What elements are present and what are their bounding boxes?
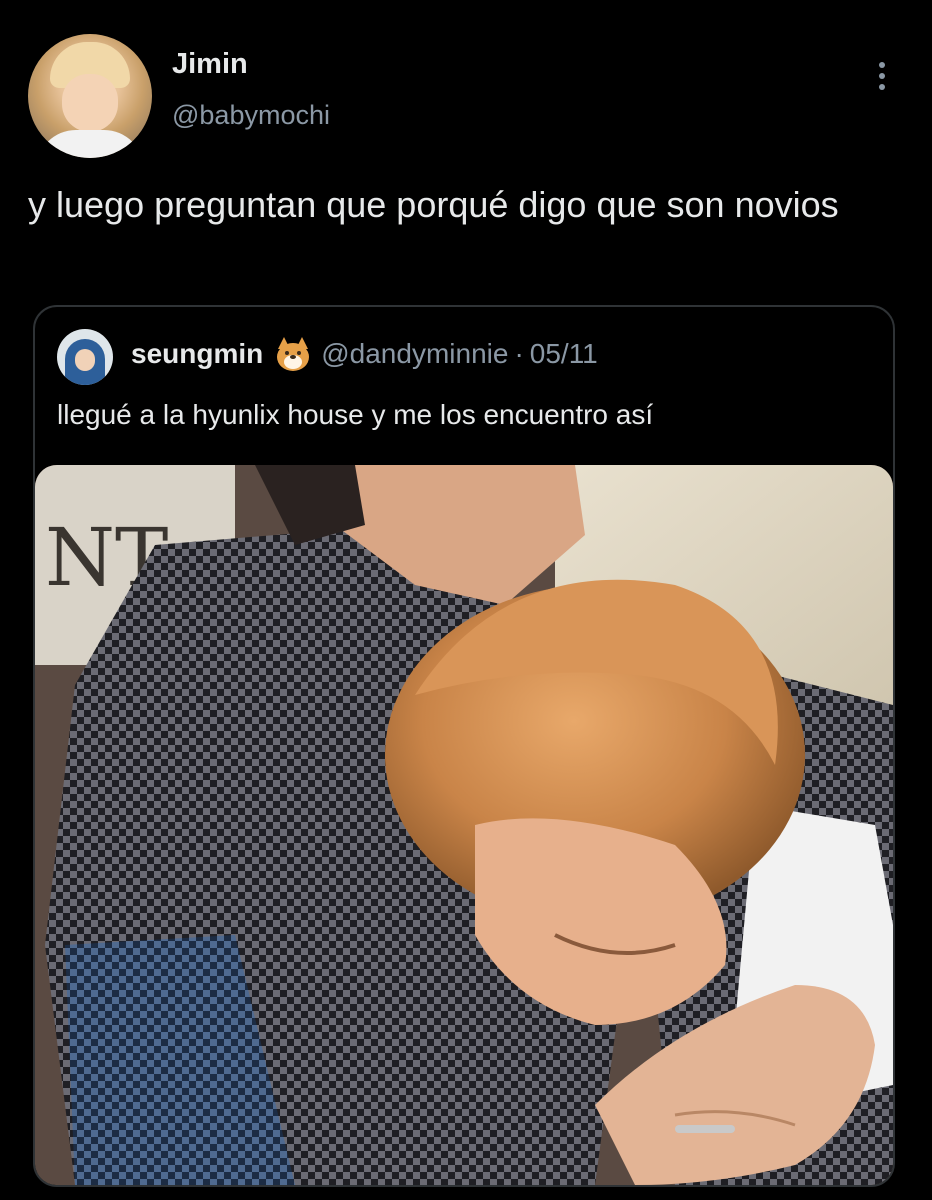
- author-avatar[interactable]: [28, 34, 152, 158]
- quoted-tweet-text: llegué a la hyunlix house y me los encue…: [57, 399, 654, 430]
- quoted-tweet-card[interactable]: seungmin @dandyminnie · 05/11 llegué a l…: [33, 305, 895, 1187]
- tweet: Jimin @babymochi y luego preguntan que p…: [0, 0, 932, 1200]
- quoted-tweet-photo[interactable]: NT: [35, 465, 893, 1185]
- quoted-tweet-date[interactable]: 05/11: [530, 338, 598, 370]
- author-handle[interactable]: @babymochi: [172, 100, 330, 131]
- tweet-text: y luego preguntan que porqué digo que so…: [28, 184, 839, 225]
- more-vertical-icon: [879, 73, 885, 79]
- quoted-author-display-name[interactable]: seungmin: [131, 338, 263, 370]
- photo-illustration: NT: [35, 465, 893, 1185]
- quoted-tweet-header: seungmin @dandyminnie · 05/11: [131, 337, 598, 371]
- author-display-name[interactable]: Jimin: [172, 48, 248, 81]
- quoted-avatar-face: [75, 349, 95, 371]
- quoted-author-handle[interactable]: @dandyminnie: [321, 338, 508, 370]
- more-options-button[interactable]: [866, 56, 898, 96]
- more-vertical-icon: [879, 62, 885, 68]
- more-vertical-icon: [879, 84, 885, 90]
- avatar-shirt: [36, 130, 144, 158]
- avatar-face: [62, 74, 118, 132]
- quoted-author-avatar[interactable]: [57, 329, 113, 385]
- separator-dot: ·: [514, 338, 524, 369]
- dog-face-icon: [275, 337, 311, 371]
